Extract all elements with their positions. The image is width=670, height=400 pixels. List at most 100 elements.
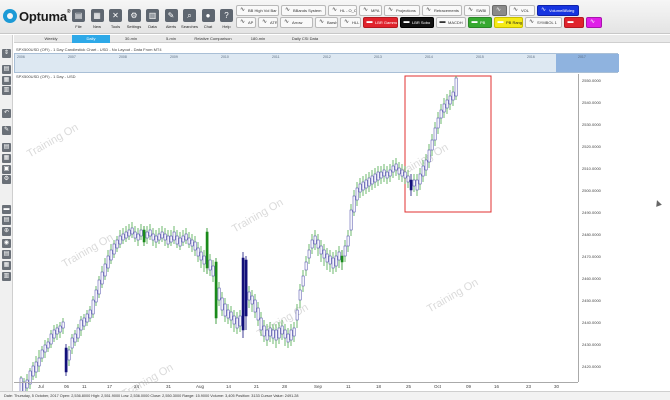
candle-body [151,233,155,241]
price-tick-label: 2530.0000 [582,121,601,127]
candle-body [415,179,419,191]
candle-body [334,255,338,267]
date-tick-label: 30 [554,384,560,389]
price-axis[interactable]: 2420.0000 2430.0000 2440.0000 2450.0000 2460… [578,74,618,382]
candle-body [292,327,296,337]
date-tick-label: Oct [434,384,442,389]
candle-body [361,181,365,191]
candle-body [277,327,281,339]
candle-body [37,357,41,367]
candle-body [322,249,326,259]
candle-body [103,263,107,277]
candle-body [52,329,56,339]
candle-body [304,261,308,271]
candle-body [439,109,443,119]
candle-body [424,159,428,171]
candle-body [394,163,398,171]
candle-body [220,297,224,311]
candle-body [274,329,278,341]
date-tick-label: 24 [134,384,140,389]
candle-body [163,233,167,241]
date-tick-label: 28 [282,384,288,389]
candle-body [250,295,254,305]
candle-body [76,327,80,339]
status-bar: Date: Thursday, 5 October, 2017 Open: 2,… [0,391,670,400]
candle-body [94,289,98,303]
candle-body [61,321,65,329]
candle-body [232,315,236,325]
candle-body [238,315,242,327]
highlight-rectangle[interactable] [404,75,492,213]
candle-body [271,329,275,339]
date-tick-label: 31 [166,384,172,389]
candle-body [127,229,131,237]
candle-body [382,169,386,177]
candle-body [343,245,347,257]
candle-body [301,275,305,287]
candle-body [181,235,185,243]
candle-body [91,299,95,315]
price-tick-label: 2510.0000 [582,165,601,171]
price-tick-label: 2490.0000 [582,209,601,215]
date-tick-label: 09 [466,384,472,389]
candle-body [328,255,332,265]
candle-body [169,235,173,243]
candle-body [214,261,218,319]
date-tick-label: Sep [314,384,323,389]
candle-body [427,149,431,163]
candle-body [370,175,374,185]
candle-body [295,309,299,321]
candle-body [55,327,59,335]
date-tick-label: 25 [406,384,412,389]
date-tick-label: 14 [226,384,232,389]
candle-body [283,329,287,339]
candle-body [106,255,110,269]
candle-body [208,259,212,271]
date-tick-label: 11 [82,384,87,389]
candle-body [166,235,170,245]
candle-body [139,229,143,237]
candle-body [373,173,377,183]
date-axis[interactable]: Jul 06 11 17 24 31 Aug 14 21 28 Sep 11 18 25 Oct 09 16 23… [14,382,578,391]
candle-body [298,289,302,301]
candle-body [451,91,455,101]
candle-body [262,325,266,337]
candle-body [34,361,38,373]
candle-body [82,317,86,327]
candle-body [172,231,176,241]
candle-body [454,77,458,97]
candle-body [286,333,290,343]
price-tick-label: 2520.0000 [582,143,601,149]
candle-body [136,233,140,241]
candle-body [226,309,230,319]
candle-body [43,344,47,353]
candle-body [64,347,68,373]
candle-body [205,231,209,269]
date-tick-label: Jul [38,384,44,389]
candle-body [202,255,206,265]
candle-body [367,177,371,187]
candle-body [391,165,395,173]
candle-body [418,173,422,185]
candlestick-chart[interactable] [0,0,670,400]
date-tick-label: 18 [376,384,382,389]
candle-body [193,241,197,251]
candle-body [448,95,452,105]
candle-body [409,179,413,191]
date-tick-label: 16 [494,384,500,389]
candle-body [196,247,200,257]
candle-body [85,313,89,323]
candle-body [58,325,62,333]
candle-body [223,303,227,317]
date-tick-label: 21 [254,384,260,389]
candle-body [307,249,311,259]
candle-body [421,165,425,177]
candle-body [379,171,383,179]
candle-body [355,187,359,201]
candle-body [31,365,35,377]
candle-body [265,329,269,341]
candle-body [199,251,203,261]
candle-body [253,299,257,313]
candle-body [340,255,344,263]
price-tick-label: 2430.0000 [582,341,601,347]
